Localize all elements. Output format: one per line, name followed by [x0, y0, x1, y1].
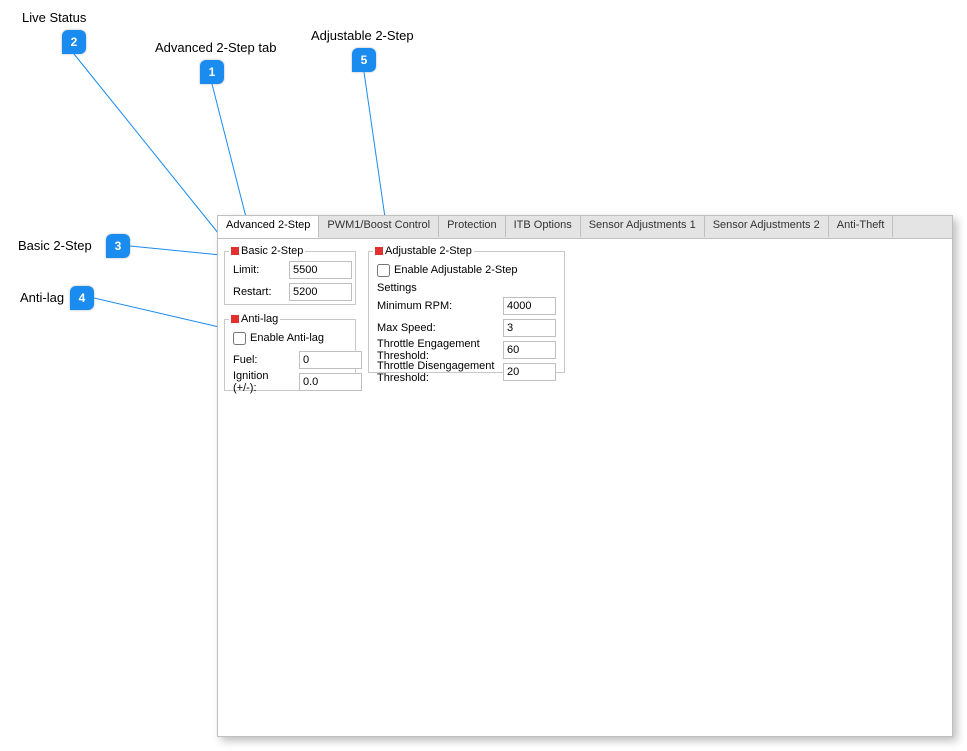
callout-badge-5: 5 [352, 48, 376, 72]
callout-badge-4: 4 [70, 286, 94, 310]
callout-label-basic-2step: Basic 2-Step [18, 238, 92, 253]
limit-label: Limit: [233, 264, 283, 276]
panel-adjustable-2step: Adjustable 2-Step Enable Adjustable 2-St… [368, 251, 565, 373]
panel-legend-basic-2step-text: Basic 2-Step [241, 245, 303, 257]
tab-body: Basic 2-Step Limit: Restart: Anti-lag En… [218, 239, 952, 259]
min-rpm-label: Minimum RPM: [377, 300, 497, 312]
panel-legend-basic-2step: Basic 2-Step [229, 245, 305, 257]
callout-label-advanced-2step-tab: Advanced 2-Step tab [155, 40, 276, 55]
restart-input[interactable] [289, 283, 352, 301]
callout-badge-2: 2 [62, 30, 86, 54]
tab-protection[interactable]: Protection [439, 216, 506, 237]
panel-antilag: Anti-lag Enable Anti-lag Fuel: Ignition … [224, 319, 356, 391]
live-status-icon [375, 247, 383, 255]
enable-antilag-checkbox[interactable] [233, 332, 246, 345]
min-rpm-input[interactable] [503, 297, 556, 315]
tab-anti-theft[interactable]: Anti-Theft [829, 216, 894, 237]
max-speed-input[interactable] [503, 319, 556, 337]
settings-subheading: Settings [377, 282, 556, 294]
restart-label: Restart: [233, 286, 283, 298]
fuel-label: Fuel: [233, 354, 293, 366]
live-status-icon [231, 247, 239, 255]
tab-advanced-2step[interactable]: Advanced 2-Step [218, 216, 319, 238]
throttle-engagement-label: Throttle Engagement Threshold: [377, 338, 497, 362]
callout-label-live-status: Live Status [22, 10, 86, 25]
tab-sensor-adjustments-2[interactable]: Sensor Adjustments 2 [705, 216, 829, 237]
max-speed-label: Max Speed: [377, 322, 497, 334]
fuel-input[interactable] [299, 351, 362, 369]
enable-antilag-label: Enable Anti-lag [250, 332, 324, 344]
ignition-label: Ignition (+/-): [233, 370, 293, 394]
panel-legend-antilag: Anti-lag [229, 313, 280, 325]
enable-adjustable-2step-checkbox[interactable] [377, 264, 390, 277]
throttle-engagement-input[interactable] [503, 341, 556, 359]
panel-legend-antilag-text: Anti-lag [241, 313, 278, 325]
tab-itb-options[interactable]: ITB Options [506, 216, 581, 237]
enable-adjustable-2step-label: Enable Adjustable 2-Step [394, 264, 518, 276]
tab-sensor-adjustments-1[interactable]: Sensor Adjustments 1 [581, 216, 705, 237]
callout-badge-3: 3 [106, 234, 130, 258]
callout-label-adjustable-2step: Adjustable 2-Step [311, 28, 414, 43]
limit-input[interactable] [289, 261, 352, 279]
panel-legend-adjustable-2step-text: Adjustable 2-Step [385, 245, 472, 257]
live-status-icon [231, 315, 239, 323]
callout-badge-1: 1 [200, 60, 224, 84]
panel-legend-adjustable-2step: Adjustable 2-Step [373, 245, 474, 257]
panel-basic-2step: Basic 2-Step Limit: Restart: [224, 251, 356, 305]
throttle-disengagement-label: Throttle Disengagement Threshold: [377, 360, 497, 384]
throttle-disengagement-input[interactable] [503, 363, 556, 381]
app-window: Advanced 2-Step PWM1/Boost Control Prote… [217, 215, 953, 737]
ignition-input[interactable] [299, 373, 362, 391]
tab-strip: Advanced 2-Step PWM1/Boost Control Prote… [218, 216, 952, 239]
tab-pwm1-boost-control[interactable]: PWM1/Boost Control [319, 216, 439, 237]
callout-label-antilag: Anti-lag [20, 290, 64, 305]
